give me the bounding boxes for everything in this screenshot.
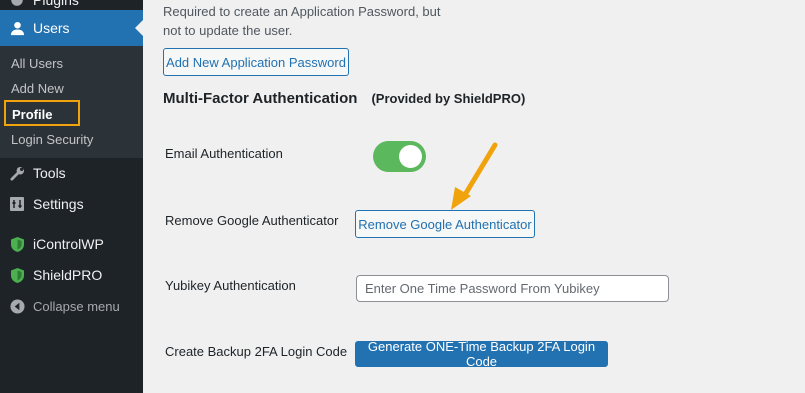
menu-users[interactable]: Users <box>0 10 143 46</box>
menu-shieldpro[interactable]: ShieldPRO <box>0 265 143 285</box>
user-icon <box>9 20 25 36</box>
generate-backup-code-button[interactable]: Generate ONE-Time Backup 2FA Login Code <box>355 339 608 369</box>
icontrolwp-shield-icon <box>9 236 25 252</box>
wrench-icon <box>9 165 25 181</box>
menu-tools-label: Tools <box>33 165 66 181</box>
menu-settings[interactable]: Settings <box>0 194 143 214</box>
collapse-menu-button[interactable]: Collapse menu <box>0 296 143 316</box>
mfa-title: Multi-Factor Authentication <box>163 90 358 107</box>
menu-tools[interactable]: Tools <box>0 163 143 183</box>
menu-users-label: Users <box>33 20 70 36</box>
submenu-all-users[interactable]: All Users <box>11 56 63 71</box>
yubikey-label: Yubikey Authentication <box>165 278 296 293</box>
menu-settings-label: Settings <box>33 196 84 212</box>
app-password-description: Required to create an Application Passwo… <box>163 4 441 38</box>
collapse-icon <box>9 298 25 314</box>
annotation-arrow-icon <box>451 142 498 210</box>
shieldpro-shield-icon <box>9 267 25 283</box>
menu-icontrolwp-label: iControlWP <box>33 236 104 252</box>
menu-shieldpro-label: ShieldPRO <box>33 267 103 283</box>
email-auth-label: Email Authentication <box>165 146 283 161</box>
yubikey-otp-input[interactable] <box>356 275 669 302</box>
add-app-password-button[interactable]: Add New Application Password <box>163 48 349 76</box>
settings-icon <box>9 196 25 212</box>
remove-google-label: Remove Google Authenticator <box>165 213 339 228</box>
toggle-knob <box>399 145 422 168</box>
menu-icontrolwp[interactable]: iControlWP <box>0 234 143 254</box>
mfa-provider: (Provided by ShieldPRO) <box>371 91 526 106</box>
backup-code-label: Create Backup 2FA Login Code <box>165 344 348 359</box>
submenu-profile[interactable]: Profile <box>4 100 80 126</box>
collapse-menu-label: Collapse menu <box>33 298 120 314</box>
submenu-add-new[interactable]: Add New <box>11 81 64 96</box>
mfa-heading: Multi-Factor Authentication (Provided by… <box>163 90 525 107</box>
email-auth-toggle[interactable] <box>373 141 426 172</box>
submenu-login-security[interactable]: Login Security <box>11 132 93 147</box>
profile-content: Required to create an Application Passwo… <box>143 0 805 393</box>
admin-sidebar: Plugins Users All Users Add New Login Se… <box>0 0 143 393</box>
menu-plugins[interactable]: Plugins <box>0 0 143 10</box>
menu-plugins-label: Plugins <box>33 0 79 8</box>
plugins-icon <box>9 0 25 8</box>
